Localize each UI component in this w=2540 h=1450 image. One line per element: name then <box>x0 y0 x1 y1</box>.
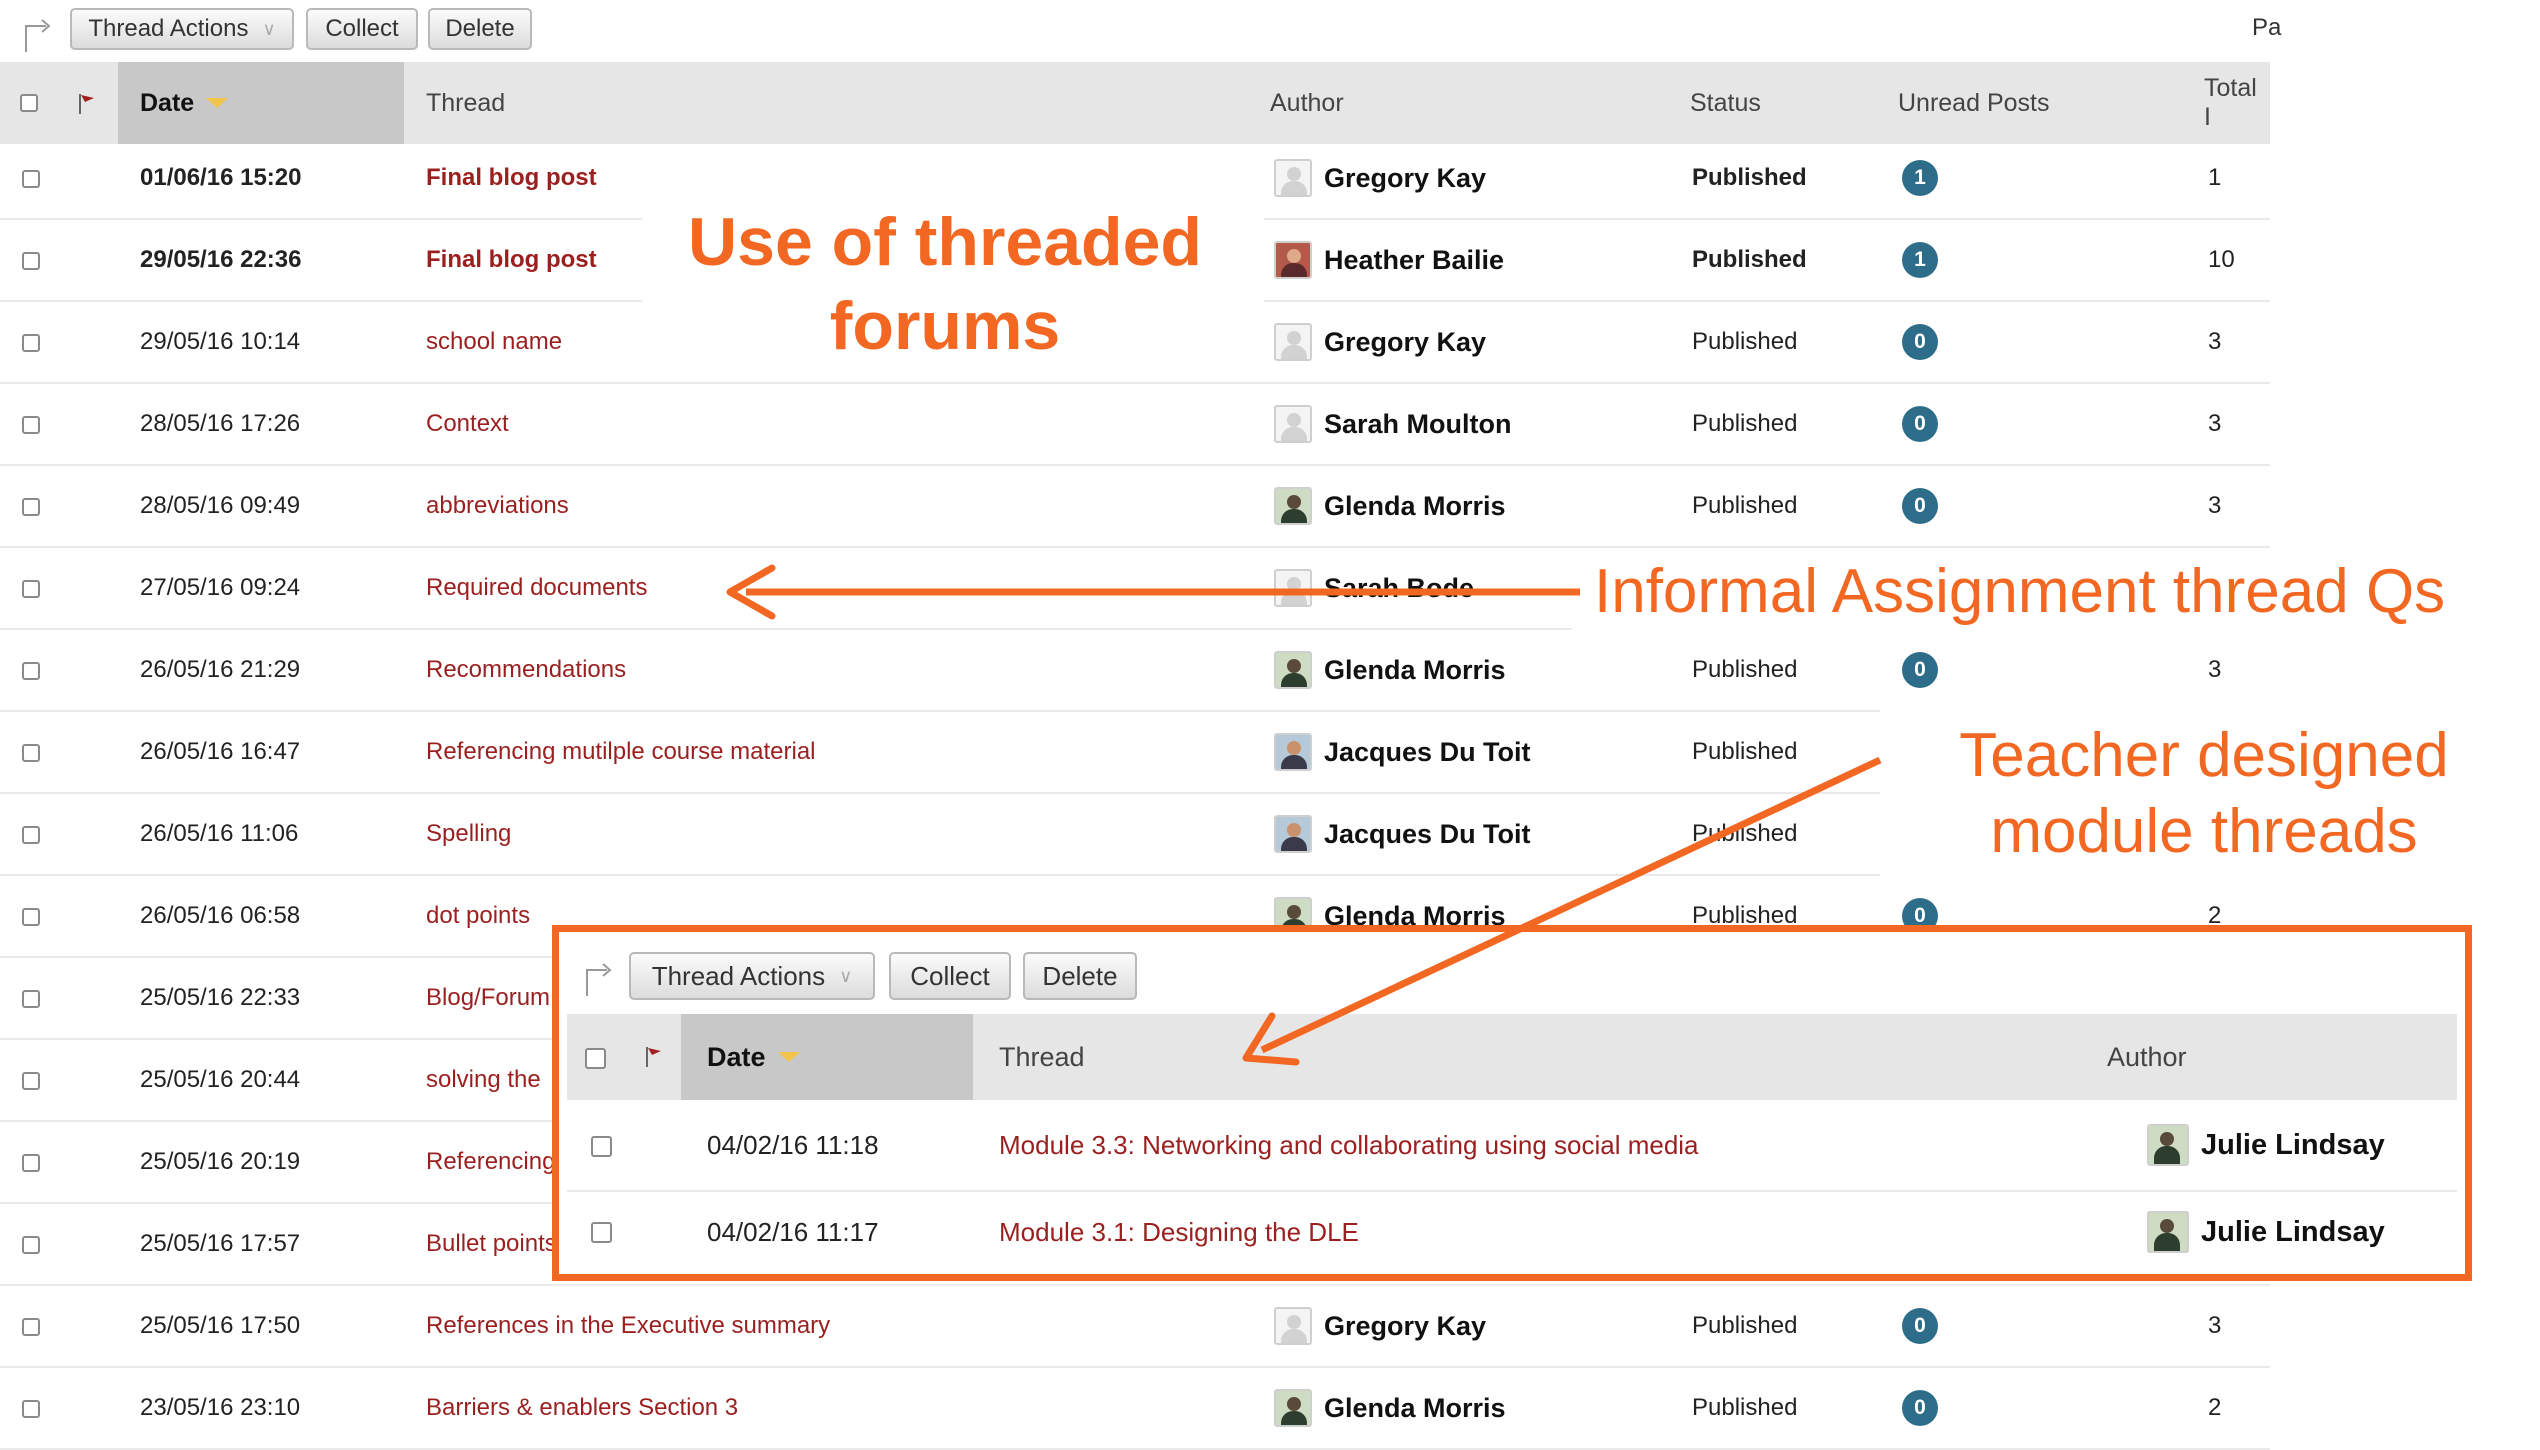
arrow-teacher-module <box>1242 756 1882 1066</box>
arrow-informal-assignment <box>726 564 1580 620</box>
annotation-arrows <box>726 564 1882 1066</box>
